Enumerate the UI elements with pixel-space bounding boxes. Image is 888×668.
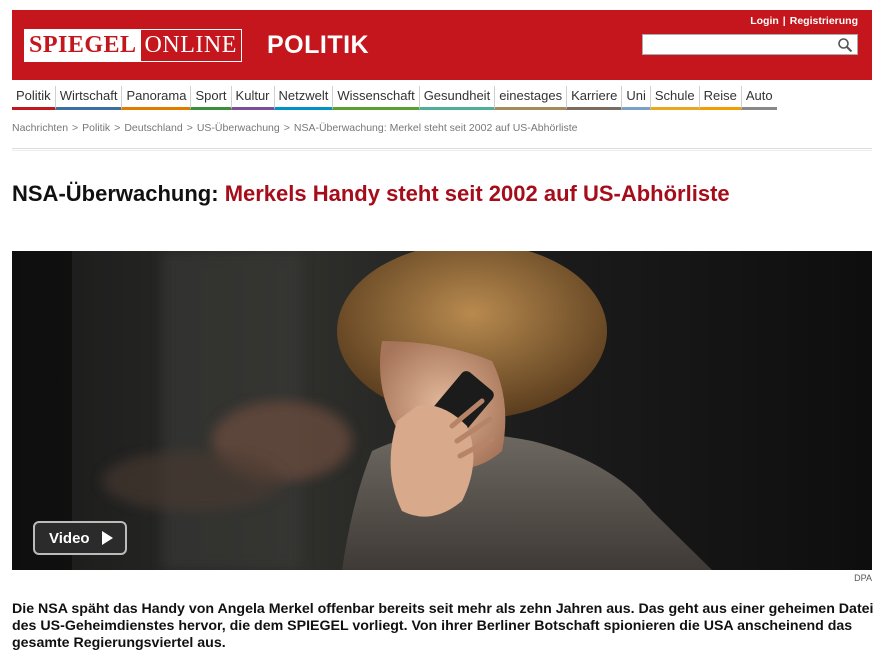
page: Login | Registrierung SPIEGEL ONLINE POLIT… [0,0,888,668]
logo-spiegel: SPIEGEL [25,30,141,61]
site-logo[interactable]: SPIEGEL ONLINE [24,29,242,62]
search-icon[interactable] [837,37,853,53]
article-headline: NSA-Überwachung: Merkels Handy steht sei… [12,180,872,208]
search-box [642,34,858,55]
nav-item-uni[interactable]: Uni [621,86,650,110]
logo-online: ONLINE [144,32,237,58]
breadcrumb: Nachrichten > Politik > Deutschland > US-Überw… [12,122,578,134]
nav-item-einestages[interactable]: einestages [494,86,567,110]
nav-item-politik[interactable]: Politik [12,86,55,110]
breadcrumb-item: NSA-Überwachung: Merkel steht seit 2002 … [293,122,578,134]
breadcrumb-item[interactable]: Politik [82,122,110,134]
search-input[interactable] [643,35,841,55]
login-link[interactable]: Login [750,15,779,27]
section-title: POLITIK [267,31,370,59]
nav-item-auto[interactable]: Auto [740,86,777,110]
breadcrumb-separator: > [186,122,193,134]
article-lead: Die NSA späht das Handy von Angela Merke… [12,601,874,651]
section-nav: Politik Wirtschaft Panorama Sport Kultur Netz… [12,86,777,110]
article-photo[interactable] [12,251,872,570]
nav-item-gesundheit[interactable]: Gesundheit [418,86,495,110]
register-link[interactable]: Registrierung [790,15,858,27]
nav-item-reise[interactable]: Reise [698,86,741,110]
nav-item-wirtschaft[interactable]: Wirtschaft [54,86,122,110]
headline-kicker: NSA-Überwachung: [12,181,219,206]
nav-item-wissenschaft[interactable]: Wissenschaft [332,86,419,110]
play-icon [101,531,113,545]
photo-credit: DPA [854,573,872,583]
breadcrumb-separator: > [114,122,121,134]
breadcrumb-separator: > [72,122,79,134]
nav-item-panorama[interactable]: Panorama [121,86,191,110]
divider [12,148,872,151]
headline-title: Merkels Handy steht seit 2002 auf US-Abh… [224,181,730,206]
video-button-label: Video [49,529,90,547]
site-header: Login | Registrierung SPIEGEL ONLINE POLIT… [12,10,872,80]
breadcrumb-item[interactable]: US-Überwachung [197,122,280,134]
nav-item-netzwelt[interactable]: Netzwelt [273,86,333,110]
account-links: Login | Registrierung [750,15,858,27]
breadcrumb-separator: > [283,122,290,134]
breadcrumb-item[interactable]: Deutschland [124,122,182,134]
nav-item-kultur[interactable]: Kultur [230,86,274,110]
link-separator: | [782,15,786,27]
breadcrumb-item[interactable]: Nachrichten [12,122,68,134]
nav-item-schule[interactable]: Schule [649,86,699,110]
photo-image [12,251,872,570]
nav-item-karriere[interactable]: Karriere [566,86,622,110]
video-button[interactable]: Video [33,521,127,555]
nav-item-sport[interactable]: Sport [190,86,231,110]
